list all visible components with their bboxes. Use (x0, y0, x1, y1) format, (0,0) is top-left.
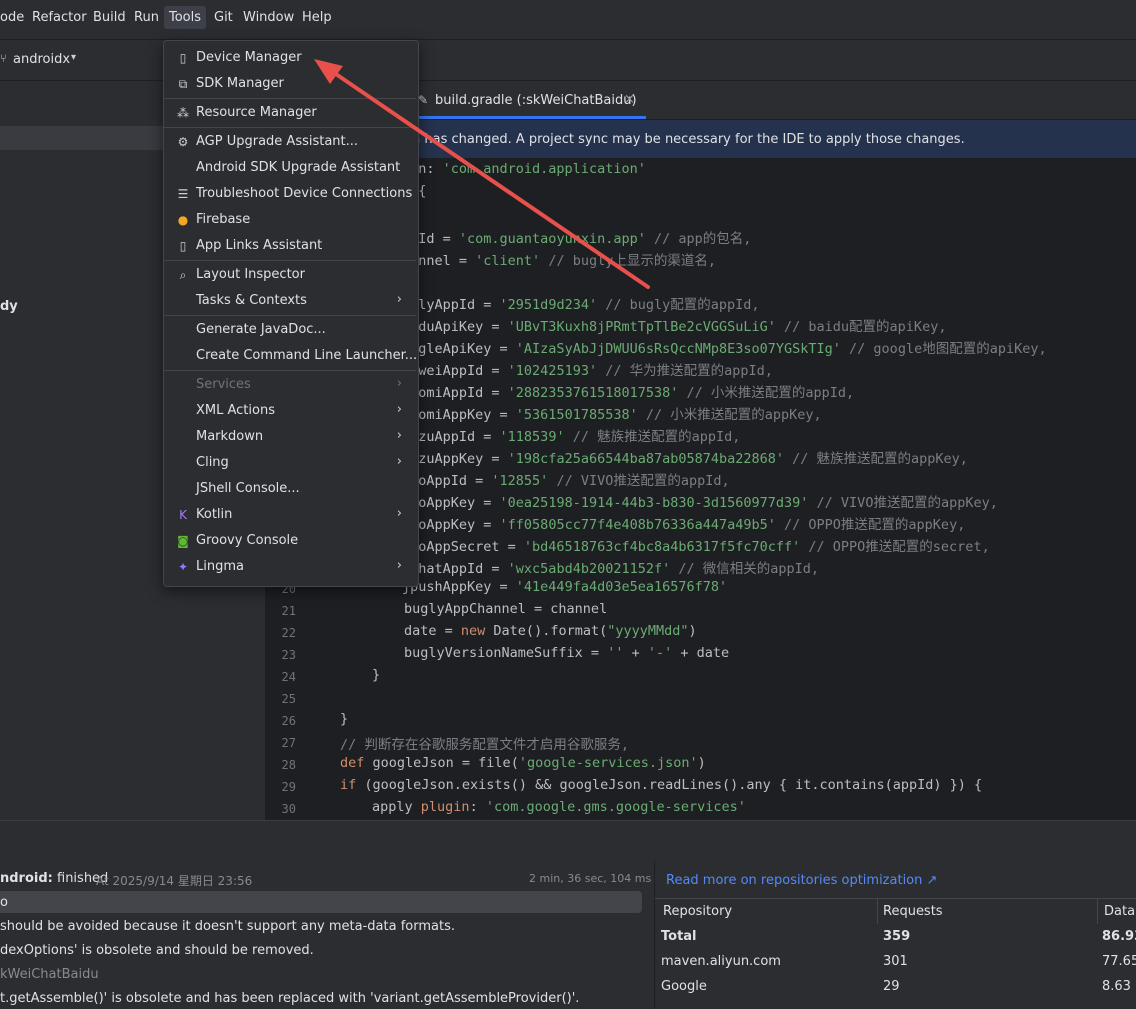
annotation-arrow (314, 59, 650, 289)
